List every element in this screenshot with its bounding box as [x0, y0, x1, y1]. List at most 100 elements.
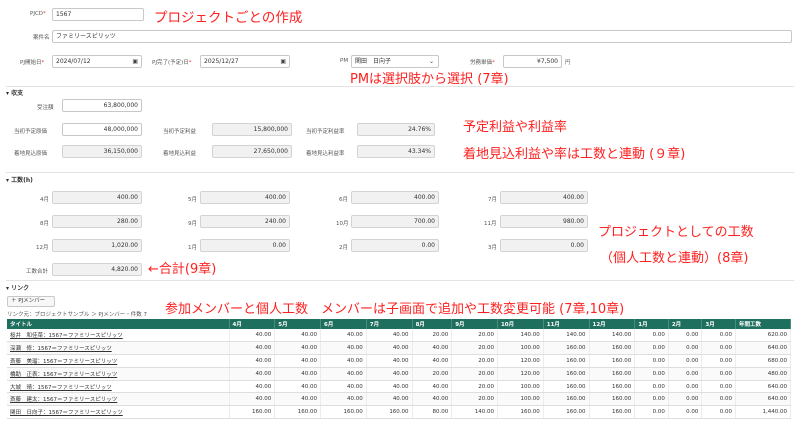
pjcd-input[interactable]: 1567 [52, 8, 144, 21]
month-hours-cell: 160.00 [543, 354, 590, 368]
table-row[interactable]: 橋助 正表：1567＝ファミリースピリッツ 40.00 40.00 40.00 40.0… [7, 367, 792, 381]
month-hours-cell: 140.00 [589, 329, 636, 343]
pm-label: PM [340, 58, 349, 64]
month-hours-12: 1,020.00 [52, 239, 142, 252]
month-hours-cell: 160.00 [589, 341, 636, 356]
calendar-icon[interactable]: ▣ [280, 56, 286, 67]
plan-rate-value: 24.76% [357, 123, 435, 136]
month-label-8: 8月 [40, 221, 49, 227]
month-label-6: 6月 [339, 197, 348, 203]
col-apr[interactable]: 4月 [229, 319, 276, 329]
col-aug[interactable]: 8月 [412, 319, 453, 329]
month-hours-cell: 0.00 [634, 380, 669, 394]
month-hours-cell: 40.00 [274, 367, 322, 381]
total-hours-value: 4,820.00 [52, 263, 142, 276]
col-may[interactable]: 5月 [274, 319, 322, 329]
links-section-title[interactable]: ▾ リンク [6, 283, 29, 292]
month-hours-cell: 0.00 [668, 354, 703, 368]
month-label-3: 3月 [488, 245, 497, 251]
col-jan[interactable]: 1月 [634, 319, 669, 329]
month-hours-cell: 100.00 [497, 341, 544, 356]
calendar-icon[interactable]: ▣ [132, 56, 138, 67]
month-hours-cell: 40.00 [229, 354, 276, 368]
table-row[interactable]: 斎藤 美瑠：1567＝ファミリースピリッツ 40.00 40.00 40.00 40.0… [7, 354, 792, 368]
month-label-12: 12月 [36, 245, 49, 251]
month-hours-cell: 20.00 [412, 329, 453, 343]
order-label: 受注額 [37, 105, 54, 111]
month-hours-cell: 40.00 [412, 380, 453, 394]
annual-hours-cell: 640.00 [735, 380, 792, 394]
chevron-down-icon: ⌄ [428, 58, 434, 65]
month-hours-cell: 0.00 [668, 392, 703, 407]
plan-rate-label: 当初予定利益率 [306, 129, 345, 135]
annotation-members: 参加メンバーと個人工数 メンバーは子画面で追加や工数変更可能 (7章,10章) [165, 302, 625, 317]
month-hours-cell: 0.00 [634, 354, 669, 368]
month-hours-cell: 20.00 [451, 341, 498, 356]
end-date-input[interactable]: 2025/12/27 ▣ [200, 55, 290, 68]
table-row[interactable]: 桜井 和佳菜：1567＝ファミリースピリッツ 40.00 40.00 40.00 40.… [7, 329, 792, 343]
member-link[interactable]: 関田 日向子：1567＝ファミリースピリッツ [7, 405, 230, 420]
col-jul[interactable]: 7月 [366, 319, 413, 329]
end-label: PJ完了(予定)日* [152, 60, 192, 66]
col-nov[interactable]: 11月 [543, 319, 590, 329]
month-hours-cell: 40.00 [274, 392, 322, 407]
month-hours-cell: 160.00 [589, 354, 636, 368]
month-label-1: 1月 [188, 245, 197, 251]
member-link[interactable]: 大城 晴：1567＝ファミリースピリッツ [7, 380, 230, 394]
member-link[interactable]: 斎藤 建太：1567＝ファミリースピリッツ [7, 392, 230, 407]
month-hours-cell: 160.00 [589, 380, 636, 394]
month-hours-cell: 20.00 [451, 380, 498, 394]
month-hours-cell: 40.00 [229, 367, 276, 381]
member-link[interactable]: 斎藤 美瑠：1567＝ファミリースピリッツ [7, 354, 230, 368]
month-hours-8: 280.00 [52, 215, 142, 228]
annotation-forecast: 着地見込利益や率は工数と連動 (９章) [463, 147, 686, 162]
rate-input[interactable]: ¥7,500 [503, 55, 562, 68]
month-hours-cell: 140.00 [451, 405, 498, 420]
annual-hours-cell: 680.00 [735, 354, 792, 368]
month-hours-cell: 160.00 [366, 405, 413, 420]
month-hours-cell: 160.00 [543, 380, 590, 394]
start-date-input[interactable]: 2024/07/12 ▣ [52, 55, 142, 68]
table-row[interactable]: 関田 日向子：1567＝ファミリースピリッツ 160.00 160.00 160.00… [7, 405, 792, 420]
member-link[interactable]: 桜井 和佳菜：1567＝ファミリースピリッツ [7, 329, 230, 343]
divider [6, 280, 794, 281]
col-mar[interactable]: 3月 [701, 319, 736, 329]
month-label-11: 11月 [484, 221, 497, 227]
month-hours-cell: 40.00 [366, 341, 413, 356]
member-link[interactable]: 橋助 正表：1567＝ファミリースピリッツ [7, 367, 230, 381]
month-hours-cell: 100.00 [497, 392, 544, 407]
month-label-2: 2月 [339, 245, 348, 251]
month-label-10: 10月 [336, 221, 349, 227]
col-jun[interactable]: 6月 [320, 319, 367, 329]
col-oct[interactable]: 10月 [497, 319, 544, 329]
table-row[interactable]: 大城 晴：1567＝ファミリースピリッツ 40.00 40.00 40.00 40.00… [7, 380, 792, 394]
col-dec[interactable]: 12月 [589, 319, 636, 329]
pm-select[interactable]: 関田 日向子 ⌄ [351, 55, 439, 68]
hours-section-title[interactable]: ▾ 工数(h) [6, 175, 33, 184]
table-row[interactable]: 深瀬 修：1567＝ファミリースピリッツ 40.00 40.00 40.00 40.00… [7, 341, 792, 356]
month-hours-cell: 160.00 [589, 367, 636, 381]
col-annual[interactable]: 年間工数 [735, 319, 792, 329]
col-feb[interactable]: 2月 [668, 319, 703, 329]
order-input[interactable]: 63,800,000 [62, 99, 142, 112]
revenue-section-title[interactable]: ▾ 収支 [6, 88, 23, 97]
col-sep[interactable]: 9月 [451, 319, 498, 329]
month-hours-cell: 0.00 [701, 380, 736, 394]
month-hours-cell: 0.00 [701, 392, 736, 407]
month-hours-9: 240.00 [200, 215, 290, 228]
col-title[interactable]: タイトル [7, 319, 230, 329]
table-row[interactable]: 斎藤 建太：1567＝ファミリースピリッツ 40.00 40.00 40.00 40.0… [7, 392, 792, 407]
month-hours-cell: 20.00 [451, 354, 498, 368]
month-hours-cell: 40.00 [320, 367, 367, 381]
month-hours-cell: 40.00 [366, 329, 413, 343]
plan-cost-input[interactable]: 48,000,000 [62, 123, 142, 136]
month-label-9: 9月 [188, 221, 197, 227]
annotation-linked: （個人工数と連動）(8章) [600, 251, 749, 266]
add-member-button[interactable]: ＋ PJメンバー [7, 296, 55, 307]
month-hours-cell: 160.00 [543, 341, 590, 356]
month-hours-cell: 0.00 [668, 329, 703, 343]
project-name-input[interactable]: ファミリースピリッツ [52, 30, 792, 43]
member-link[interactable]: 深瀬 修：1567＝ファミリースピリッツ [7, 341, 230, 356]
month-hours-cell: 40.00 [366, 367, 413, 381]
annotation-profit: 予定利益や利益率 [463, 120, 568, 135]
